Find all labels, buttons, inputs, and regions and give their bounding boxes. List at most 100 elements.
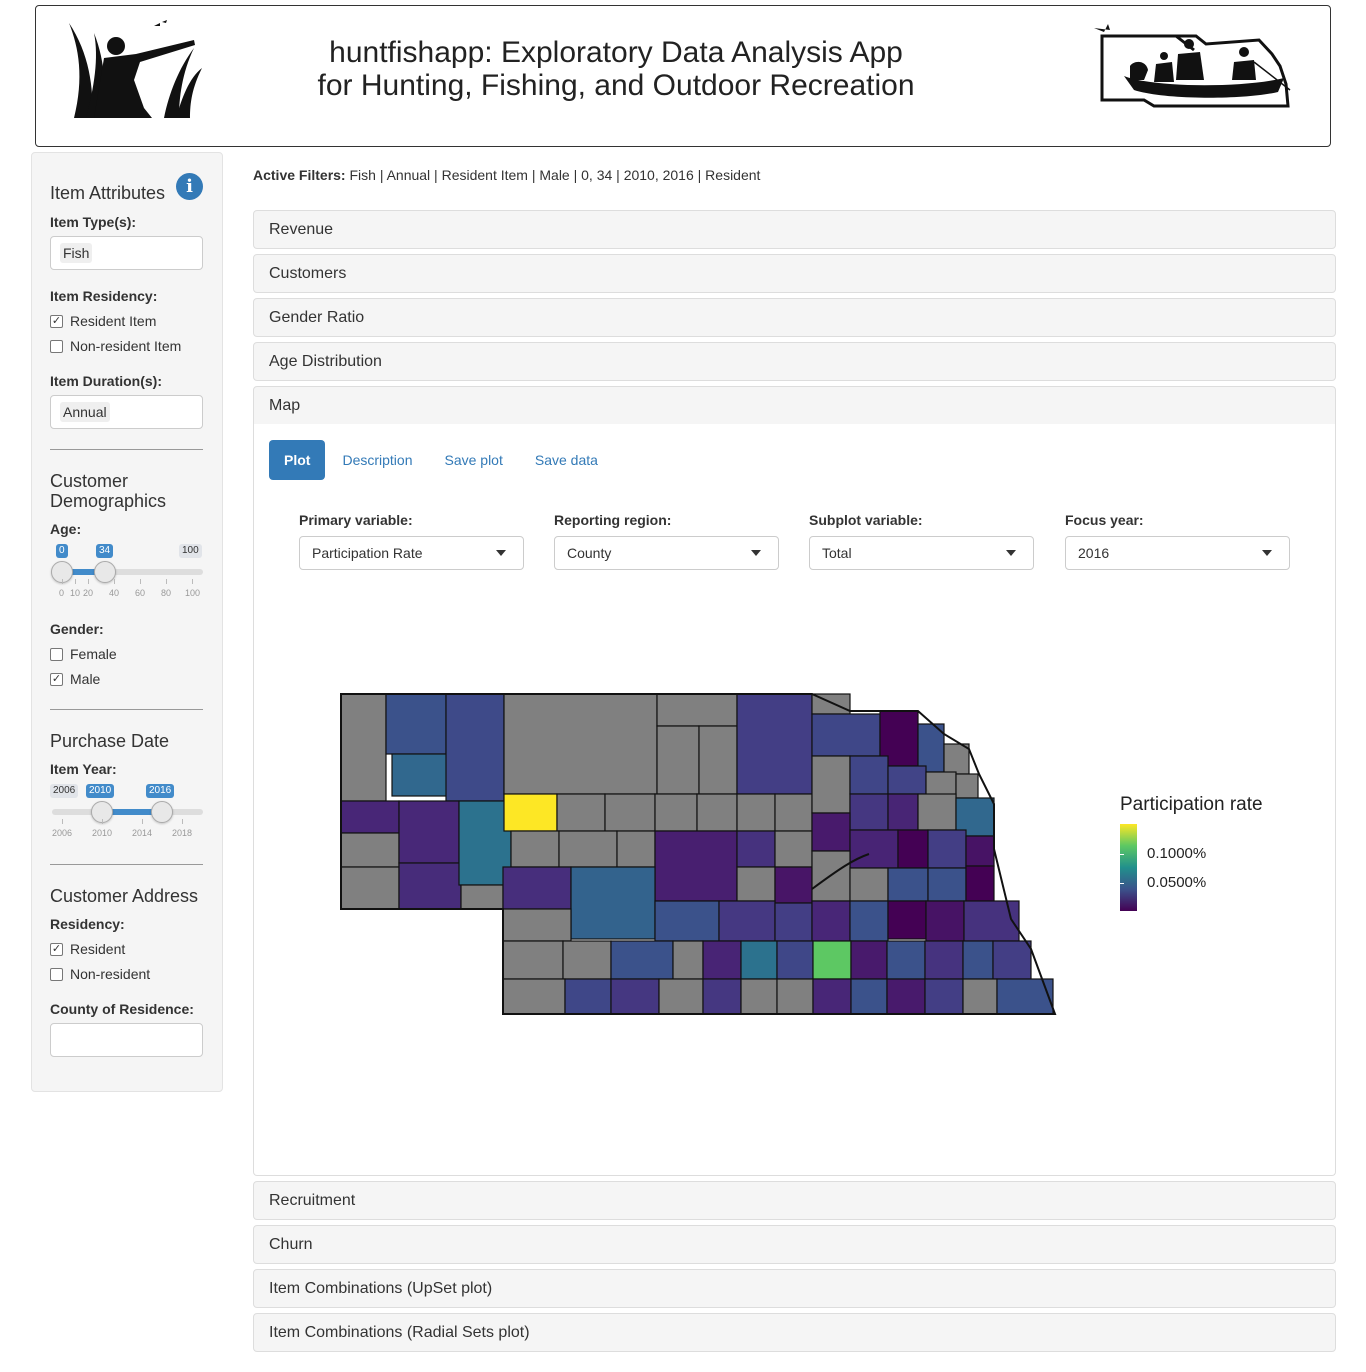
county (736, 830, 776, 868)
item-attributes-title: Item Attributes (50, 183, 166, 203)
checkbox-nonresident-item[interactable]: Non-resident Item (50, 338, 181, 354)
age-grid-label: 0 (59, 588, 65, 598)
age-slider-handle-to[interactable] (94, 561, 116, 583)
county (849, 793, 889, 831)
county (696, 793, 738, 832)
county (616, 830, 656, 868)
panel-title: Revenue (269, 221, 334, 238)
item-residency-label: Item Residency: (50, 288, 158, 304)
county-of-residence-input[interactable] (50, 1023, 203, 1057)
map-tabs: Plot Description Save plot Save data (269, 440, 615, 480)
checkbox-male-box[interactable]: ✓ (50, 672, 63, 686)
customer-address-title: Customer Address (50, 886, 199, 906)
county (658, 978, 704, 1015)
tab-save-plot[interactable]: Save plot (429, 440, 517, 480)
legend-color-bar (1120, 824, 1137, 911)
county (955, 773, 979, 799)
age-tick (192, 579, 193, 584)
age-tick (88, 579, 89, 584)
checkbox-resident[interactable]: ✓ Resident (50, 941, 125, 957)
county (962, 978, 998, 1015)
checkbox-resident-box[interactable]: ✓ (50, 942, 63, 956)
county (849, 755, 889, 795)
checkbox-resident-label: Resident (70, 941, 126, 957)
county (445, 693, 505, 802)
checkbox-resident-item-box[interactable]: ✓ (50, 314, 63, 328)
year-tick (62, 819, 63, 824)
checkbox-female[interactable]: Female (50, 646, 117, 662)
panel-recruitment[interactable]: Recruitment (253, 1181, 1336, 1220)
info-icon[interactable]: i (176, 173, 203, 200)
checkbox-female-label: Female (70, 646, 117, 662)
county (887, 793, 919, 831)
checkbox-nonresident[interactable]: Non-resident (50, 966, 150, 982)
county (502, 940, 564, 980)
gender-label: Gender: (50, 621, 104, 637)
divider (50, 709, 203, 710)
panel-title: Map (269, 397, 301, 414)
hunter-logo (69, 20, 202, 118)
checkbox-nonresident-item-box[interactable] (50, 339, 63, 353)
subplot-variable-value: Total (822, 545, 852, 561)
active-filters: Active Filters: Fish | Annual | Resident… (253, 167, 760, 183)
checkbox-resident-item[interactable]: ✓ Resident Item (50, 313, 156, 329)
item-duration-label: Item Duration(s): (50, 373, 162, 389)
item-types-label: Item Type(s): (50, 214, 137, 230)
chevron-down-icon (751, 550, 761, 556)
primary-variable-value: Participation Rate (312, 545, 423, 561)
panel-churn[interactable]: Churn (253, 1225, 1336, 1264)
age-tick (114, 579, 115, 584)
year-slider-handle-to[interactable] (151, 801, 173, 823)
focus-year-control: Focus year: 2016 (1065, 512, 1290, 570)
county (654, 830, 738, 902)
county (943, 743, 970, 775)
tab-description[interactable]: Description (327, 440, 427, 480)
item-duration-chip[interactable]: Annual (60, 402, 110, 422)
panel-title: Item Combinations (UpSet plot) (269, 1280, 493, 1297)
county (570, 866, 656, 940)
panel-customers[interactable]: Customers (253, 254, 1336, 293)
legend-title: Participation rate (1120, 794, 1263, 815)
item-types-select[interactable]: Fish (50, 236, 203, 270)
panel-revenue[interactable]: Revenue (253, 210, 1336, 249)
tab-plot[interactable]: Plot (269, 440, 326, 480)
legend-tick (1120, 854, 1124, 855)
checkbox-female-box[interactable] (50, 647, 63, 661)
item-type-chip[interactable]: Fish (60, 243, 93, 263)
item-duration-select[interactable]: Annual (50, 395, 203, 429)
county (702, 978, 742, 1015)
panel-gender-ratio[interactable]: Gender Ratio (253, 298, 1336, 337)
checkbox-nonresident-box[interactable] (50, 967, 63, 981)
county (340, 800, 400, 834)
age-to-tag: 34 (96, 544, 114, 558)
county (502, 866, 572, 910)
reporting-region-select[interactable]: County (554, 536, 779, 570)
panel-age-distribution[interactable]: Age Distribution (253, 342, 1336, 381)
customer-demographics-title: Customer Demographics (50, 471, 167, 511)
panel-radial-sets-plot[interactable]: Item Combinations (Radial Sets plot) (253, 1313, 1336, 1352)
county (776, 940, 814, 980)
county (656, 725, 700, 795)
county (340, 693, 387, 802)
subplot-variable-select[interactable]: Total (809, 536, 1034, 570)
county (887, 867, 929, 902)
tab-save-data[interactable]: Save data (520, 440, 613, 480)
panel-upset-plot[interactable]: Item Combinations (UpSet plot) (253, 1269, 1336, 1308)
checkbox-male[interactable]: ✓ Male (50, 671, 100, 687)
county (740, 940, 778, 980)
panel-title: Churn (269, 1236, 313, 1253)
county (656, 693, 738, 727)
county (736, 793, 776, 832)
legend-tick (1120, 883, 1124, 884)
county (917, 793, 957, 831)
county (774, 866, 813, 904)
reporting-region-value: County (567, 545, 612, 561)
primary-variable-select[interactable]: Participation Rate (299, 536, 524, 570)
panel-map[interactable]: Map (253, 386, 1336, 425)
year-tick (102, 819, 103, 824)
chevron-down-icon (1006, 550, 1016, 556)
divider (50, 864, 203, 865)
focus-year-select[interactable]: 2016 (1065, 536, 1290, 570)
county (562, 940, 612, 980)
county (398, 862, 462, 910)
